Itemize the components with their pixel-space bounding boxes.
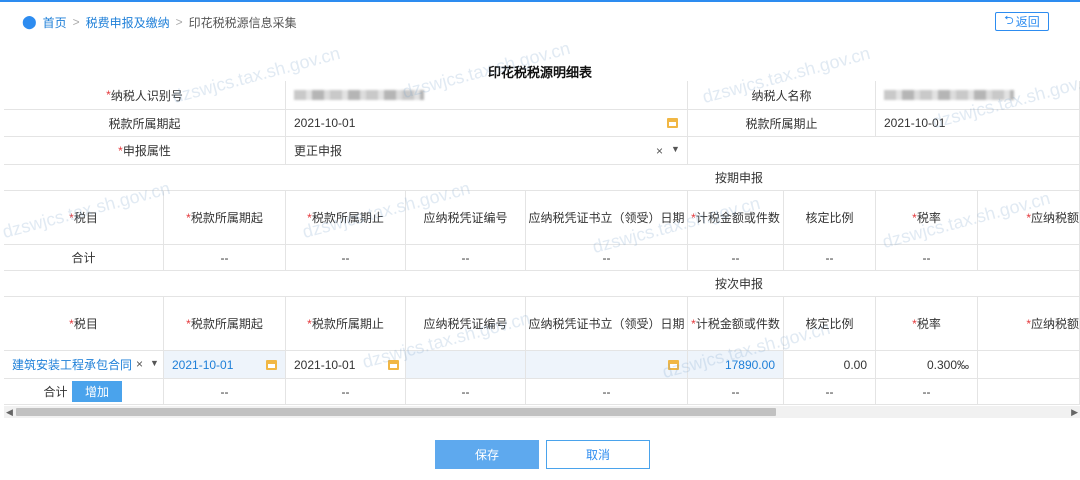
taxpayer-id-value <box>286 81 688 110</box>
taxpayer-name-label: 纳税人名称 <box>688 81 876 110</box>
periodic-section-title: 按期申报 <box>4 165 1080 191</box>
ratio-value: 0.00 <box>784 351 876 379</box>
per-event-header-cell: * 税目 <box>4 297 164 351</box>
periodic-header-cell: 核定比例 <box>784 191 876 245</box>
period-end-label: 税款所属期止 <box>688 110 876 137</box>
amount-field[interactable]: 17890.00 <box>688 351 784 379</box>
per-event-header-cell: * 计税金额或件数 <box>688 297 784 351</box>
per-event-total-cell: -- <box>784 379 876 405</box>
scrollbar-thumb[interactable] <box>16 408 776 416</box>
save-button[interactable]: 保存 <box>435 440 539 469</box>
breadcrumb-current: 印花税税源信息采集 <box>188 15 297 30</box>
per-event-total-cell <box>978 379 1080 405</box>
scroll-right-icon[interactable]: ▶ <box>1071 406 1078 418</box>
empty-cell <box>688 137 1080 165</box>
periodic-total-cell: -- <box>164 245 286 271</box>
voucher-number-field[interactable] <box>406 351 526 379</box>
calendar-icon[interactable] <box>668 360 679 370</box>
clear-icon[interactable]: × <box>136 357 143 371</box>
per-event-total-cell: -- <box>876 379 978 405</box>
periodic-header-cell: * 税款所属期起 <box>164 191 286 245</box>
voucher-date-field[interactable] <box>526 351 688 379</box>
taxpayer-name-value <box>876 81 1080 110</box>
per-event-section-title: 按次申报 <box>4 271 1080 297</box>
period-start-label: 税款所属期起 <box>4 110 286 137</box>
periodic-total-cell: -- <box>876 245 978 271</box>
top-accent-line <box>0 0 1080 2</box>
declare-attr-label: * 申报属性 <box>4 137 286 165</box>
back-button-label: 返回 <box>1015 15 1040 29</box>
calendar-icon[interactable] <box>667 118 678 128</box>
declare-attr-select[interactable]: 更正申报 <box>286 137 688 165</box>
period-start-field[interactable]: 2021-10-01 <box>286 110 688 137</box>
per-event-total-cell: -- <box>164 379 286 405</box>
calendar-icon[interactable] <box>266 360 277 370</box>
add-button[interactable]: 增加 <box>72 381 122 402</box>
chevron-down-icon[interactable]: ▼ <box>671 144 680 154</box>
breadcrumb-section[interactable]: 税费申报及缴纳 <box>86 14 170 31</box>
per-event-total-cell: -- <box>526 379 688 405</box>
per-event-total-cell: -- <box>286 379 406 405</box>
per-event-header-cell: * 税款所属期止 <box>286 297 406 351</box>
cancel-button[interactable]: 取消 <box>546 440 650 469</box>
clear-icon[interactable]: × <box>656 144 663 158</box>
breadcrumb-home[interactable]: 首页 <box>43 14 67 31</box>
periodic-total-cell <box>978 245 1080 271</box>
periodic-header-cell: * 税率 <box>876 191 978 245</box>
per-event-header-cell: * 应纳税额 <box>978 297 1080 351</box>
per-event-total-cell: -- <box>406 379 526 405</box>
periodic-header-cell: * 税款所属期止 <box>286 191 406 245</box>
calendar-icon[interactable] <box>388 360 399 370</box>
form-title: 印花税税源明细表 <box>487 65 592 80</box>
periodic-header-cell: * 税目 <box>4 191 164 245</box>
periodic-header-cell: 应纳税凭证书立（领受）日期 <box>526 191 688 245</box>
taxpayer-id-label: * 纳税人识别号 <box>4 81 286 110</box>
periodic-total-cell: -- <box>406 245 526 271</box>
period-end-value: 2021-10-01 <box>876 110 1080 137</box>
per-event-header-cell: 应纳税凭证编号 <box>406 297 526 351</box>
periodic-header-cell: 应纳税凭证编号 <box>406 191 526 245</box>
periodic-header-cell: * 计税金额或件数 <box>688 191 784 245</box>
periodic-total-cell: -- <box>526 245 688 271</box>
back-button[interactable]: ⮌ 返回 <box>995 12 1049 31</box>
periodic-total-cell: -- <box>784 245 876 271</box>
periodic-total-cell: -- <box>688 245 784 271</box>
per-event-header-cell: 应纳税凭证书立（领受）日期 <box>526 297 688 351</box>
return-arrow-icon: ⮌ <box>1004 13 1014 27</box>
per-event-header-cell: * 税款所属期起 <box>164 297 286 351</box>
periodic-header-cell: * 应纳税额 <box>978 191 1080 245</box>
location-pin-icon: ⬤ <box>22 14 37 29</box>
horizontal-scrollbar[interactable]: ◀ ▶ <box>4 406 1080 418</box>
periodic-total-cell: -- <box>286 245 406 271</box>
tax-source-table: * 纳税人识别号 纳税人名称 税款所属期起 2021-10-01 税款所属期止 2… <box>4 81 1080 406</box>
breadcrumb: ⬤ 首页 > 税费申报及缴纳 > 印花税税源信息采集 <box>22 12 297 32</box>
scroll-left-icon[interactable]: ◀ <box>6 406 13 418</box>
breadcrumb-separator: > <box>175 15 183 29</box>
periodic-total-label: 合计 <box>4 245 164 271</box>
per-event-header-cell: 核定比例 <box>784 297 876 351</box>
tax-payable-value <box>978 351 1080 379</box>
chevron-down-icon[interactable]: ▼ <box>150 358 159 368</box>
per-event-total-cell: -- <box>688 379 784 405</box>
rate-value: 0.300‰ <box>876 351 978 379</box>
breadcrumb-separator: > <box>72 15 80 29</box>
per-event-header-cell: * 税率 <box>876 297 978 351</box>
